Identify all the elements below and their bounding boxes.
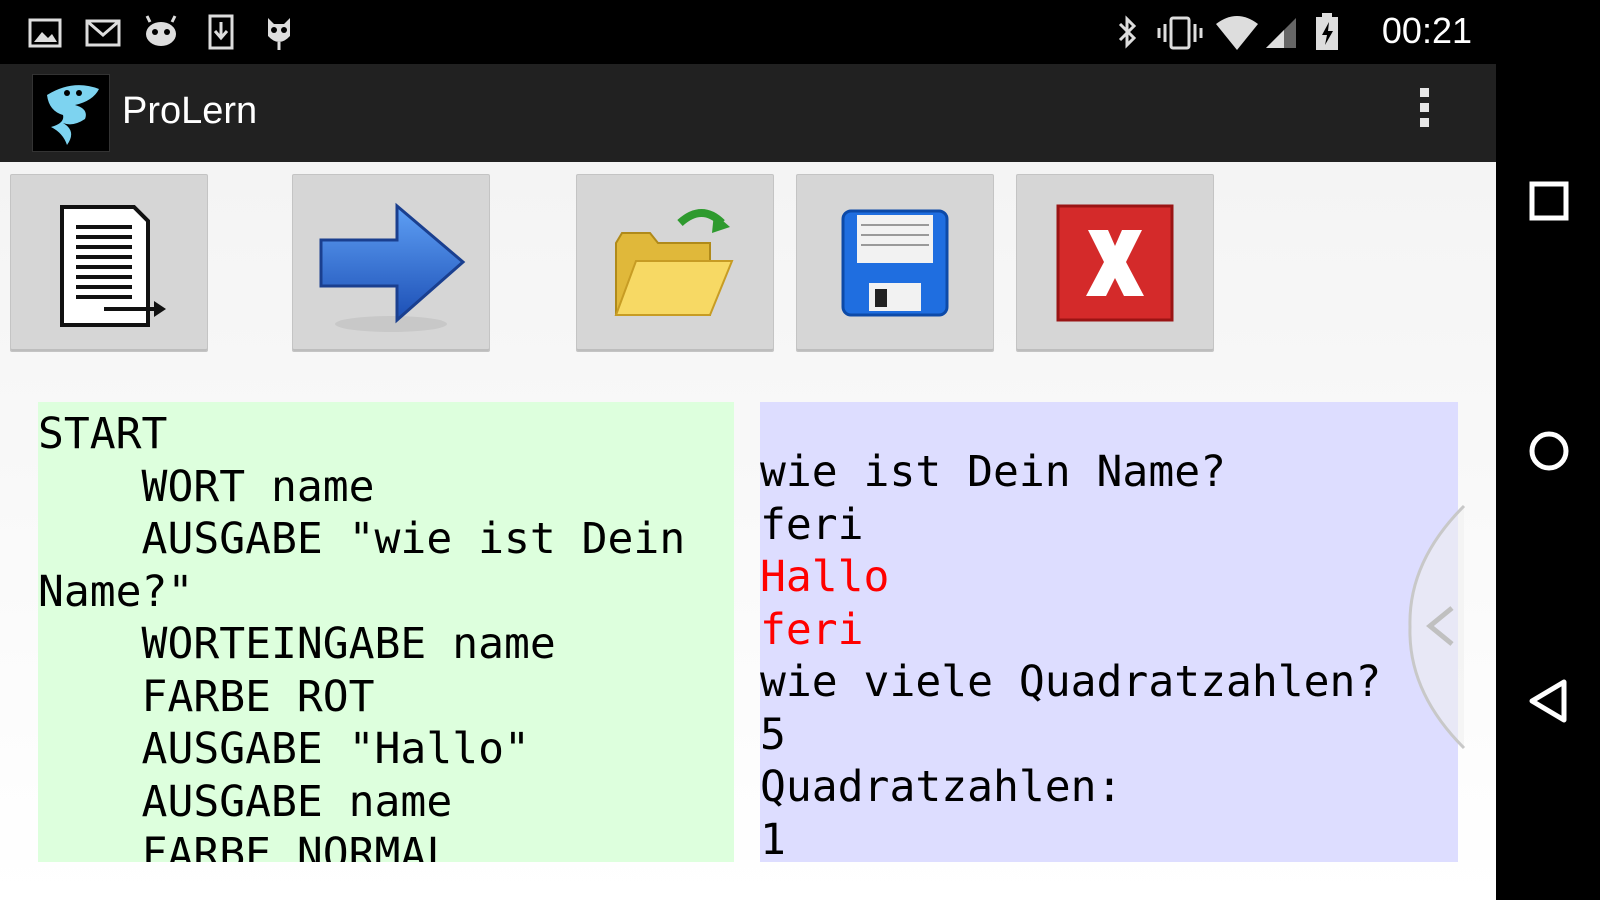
overflow-menu-icon[interactable] [1414,84,1434,142]
open-button[interactable] [576,174,774,352]
save-button[interactable] [796,174,994,352]
gmail-icon [85,19,121,47]
run-button[interactable] [292,174,490,352]
output-line: Quadratzahlen: [760,762,1123,812]
code-editor-panel[interactable]: START WORT name AUSGABE "wie ist Dein Na… [38,402,734,862]
output-line: wie ist Dein Name? [760,447,1226,497]
output-line: Hallo [760,552,890,602]
output-line: 5 [760,709,786,760]
code-line: AUSGABE "wie ist Dein [38,514,686,564]
floppy-disk-icon [841,209,949,317]
code-line: AUSGABE "Hallo" [38,724,530,774]
output-line: wie viele Quadratzahlen? [760,657,1382,707]
gallery-icon [28,18,62,48]
prolern-logo-icon [47,85,99,145]
status-bar: 00:21 [0,0,1496,64]
vibrate-icon [1157,16,1203,50]
code-line: Name?" [38,566,194,617]
output-line: 1 [760,814,786,863]
code-line: WORTEINGABE name [38,619,556,669]
recent-apps-icon[interactable] [1524,176,1574,226]
signal-icon [1266,18,1296,48]
battery-icon [1316,13,1338,50]
android-icon [145,15,177,46]
app-logo[interactable] [32,74,110,152]
close-x-icon [1056,204,1174,322]
status-time: 00:21 [1381,10,1472,51]
app-title: ProLern [122,90,258,132]
close-button[interactable] [1016,174,1214,352]
output-line: feri [760,604,864,655]
output-console-panel[interactable]: wie ist Dein Name? feri Hallo feri wie v… [760,402,1458,862]
owl-icon [268,18,290,50]
download-icon [208,14,234,50]
code-line: FARBE ROT [38,671,375,722]
back-icon[interactable] [1524,676,1574,726]
folder-open-icon [614,209,734,316]
drawer-handle-icon[interactable] [1400,502,1480,752]
action-bar: ProLern [0,64,1496,162]
code-line: WORT name [38,461,375,512]
arrow-right-icon [319,202,466,332]
code-line: FARBE NORMAL [38,829,453,862]
output-line: feri [760,499,864,550]
navigation-bar [1496,0,1600,900]
new-document-button[interactable] [10,174,208,352]
home-icon[interactable] [1524,426,1574,476]
document-export-icon [60,205,166,327]
bluetooth-icon [1118,15,1137,49]
code-line: START [38,409,168,459]
code-line: AUSGABE name [38,776,453,827]
wifi-icon [1216,16,1258,50]
main-content: START WORT name AUSGABE "wie ist Dein Na… [0,162,1496,900]
